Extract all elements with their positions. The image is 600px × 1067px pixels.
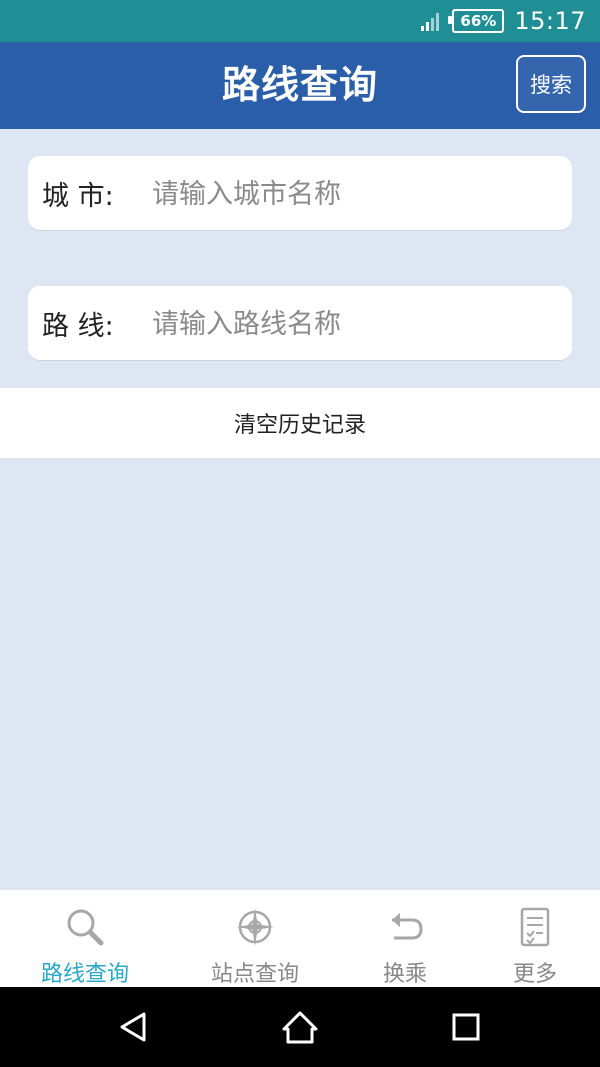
back-icon <box>120 1012 146 1042</box>
app-header: 路线查询 搜索 <box>0 42 600 129</box>
route-input[interactable] <box>150 296 544 352</box>
tab-more[interactable]: 更多 <box>460 890 600 988</box>
tab-route-search[interactable]: 路线查询 <box>10 890 160 988</box>
status-bar: 66% 15:17 <box>0 0 600 42</box>
signal-icon <box>421 13 440 31</box>
city-field[interactable]: 城 市: <box>28 156 572 230</box>
tab-label: 站点查询 <box>210 962 299 987</box>
home-icon <box>282 1011 318 1044</box>
tab-label: 更多 <box>512 962 557 987</box>
system-nav-bar <box>0 987 600 1067</box>
battery-icon: 66% <box>448 9 505 33</box>
search-icon <box>67 909 104 946</box>
route-field[interactable]: 路 线: <box>28 286 572 360</box>
city-label: 城 市: <box>42 180 114 212</box>
tab-label: 换乘 <box>382 962 427 987</box>
recents-icon <box>452 1013 480 1041</box>
route-label: 路 线: <box>42 310 114 342</box>
home-button[interactable] <box>250 987 350 1067</box>
compass-icon <box>236 908 274 946</box>
tab-stop-search[interactable]: 站点查询 <box>180 890 330 988</box>
clear-history-button[interactable]: 清空历史记录 <box>0 388 600 458</box>
page-title: 路线查询 <box>221 63 378 107</box>
battery-level: 66% <box>460 11 497 30</box>
back-button[interactable] <box>84 987 184 1067</box>
search-button[interactable]: 搜索 <box>516 55 586 113</box>
tab-label: 路线查询 <box>40 962 129 987</box>
return-arrow-icon <box>392 913 423 940</box>
tab-transfer[interactable]: 换乘 <box>330 890 480 988</box>
main-content: 城 市: 路 线: 清空历史记录 <box>0 129 600 889</box>
city-input[interactable] <box>150 166 544 222</box>
status-indicators: 66% 15:17 <box>420 0 586 42</box>
clock: 15:17 <box>514 7 586 35</box>
checklist-icon <box>520 907 550 947</box>
bottom-tab-bar: 路线查询 站点查询 换乘 更多 <box>0 889 600 987</box>
recents-button[interactable] <box>416 987 516 1067</box>
